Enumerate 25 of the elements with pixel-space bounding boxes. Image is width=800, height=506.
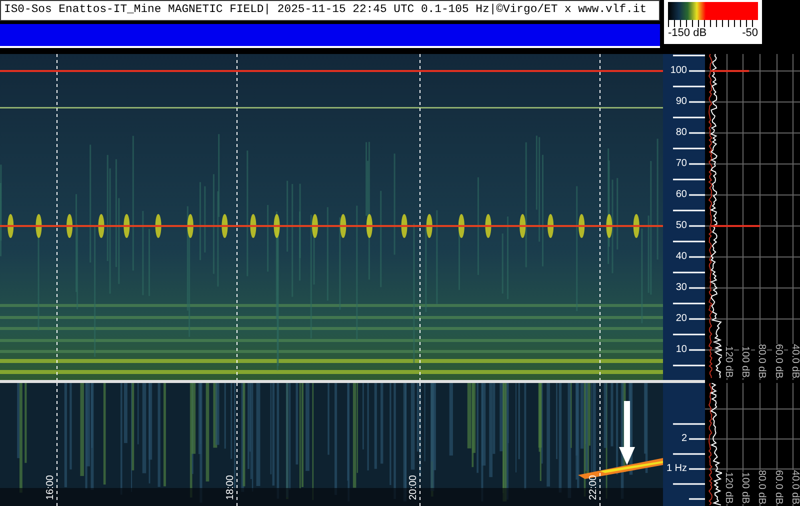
time-label: 18:00: [225, 474, 237, 500]
scale-max-label: -50: [742, 27, 758, 40]
frequency-label: 30: [676, 282, 687, 294]
frequency-label: 90: [676, 96, 687, 108]
time-label: 20:00: [408, 474, 420, 500]
scale-min-label: -150 dB: [668, 27, 707, 40]
frequency-label: 10: [676, 344, 687, 356]
frequency-label: 20: [676, 313, 687, 325]
frequency-label: 50: [676, 220, 687, 232]
chart-title: IS0-Sos Enattos-IT_Mine MAGNETIC FIELD| 2025-11-15 22:45 UTC 0.1-105 Hz|©Virgo/ET x www.vlf.it: [0, 0, 660, 21]
spectrum-scale-label: 120 dB: [722, 346, 734, 378]
frequency-label: 100: [670, 65, 687, 77]
frequency-label: 2: [681, 433, 687, 445]
spectrum-scale-label: 100 dB: [738, 346, 751, 378]
spectrum-scale-label: 80.0 dB: [755, 344, 768, 378]
down-arrow-icon: [619, 401, 635, 465]
time-label: 22:00: [588, 474, 600, 500]
frequency-label: 70: [676, 158, 687, 170]
frequency-label: 40: [676, 251, 687, 263]
frequency-label: 60: [676, 189, 687, 201]
time-label: 16:00: [45, 474, 57, 500]
frequency-label: 1 Hz: [666, 463, 687, 475]
spectrum-scale-label: 120 dB: [722, 472, 734, 504]
frequency-label: 80: [676, 127, 687, 139]
spectrum-scale-label: 40.0 dB: [788, 344, 800, 378]
